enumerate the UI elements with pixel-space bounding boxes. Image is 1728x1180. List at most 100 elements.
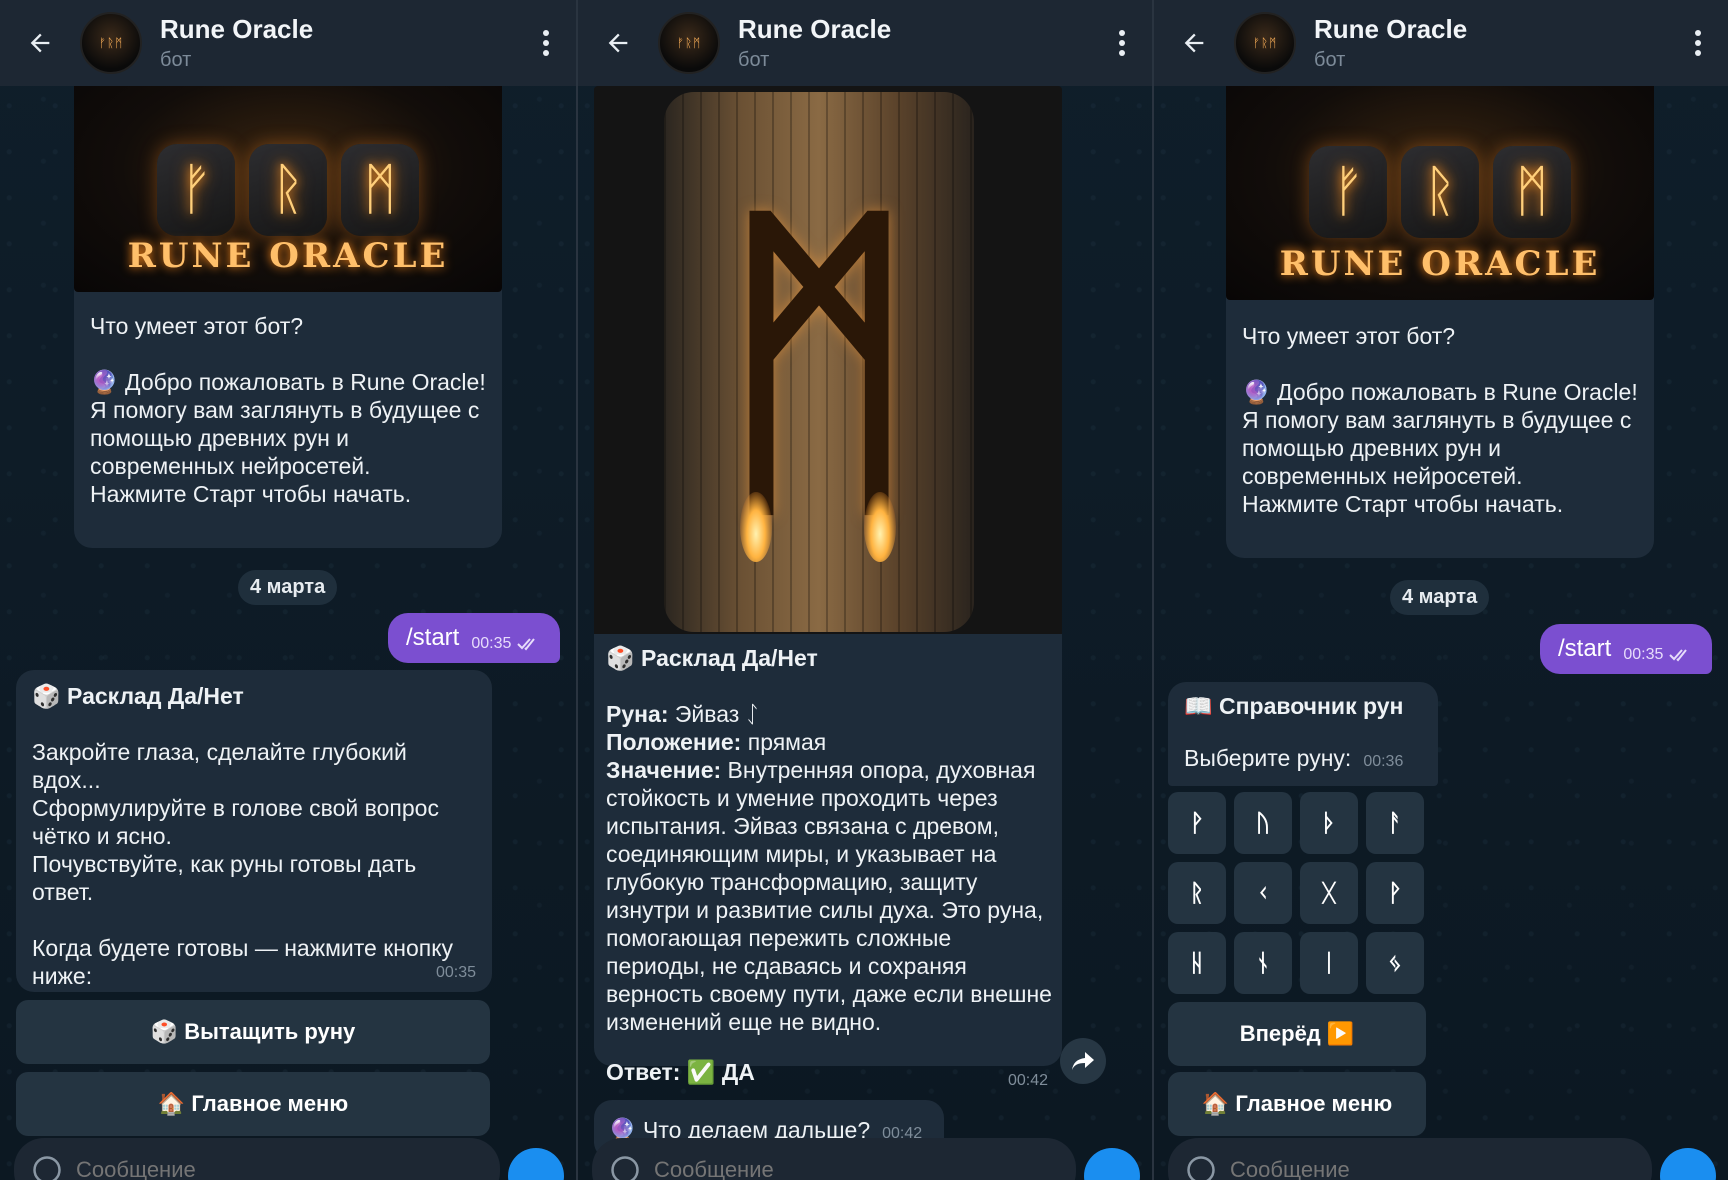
rune-button[interactable]: ᚹ (1168, 792, 1226, 854)
back-button[interactable] (578, 29, 658, 57)
emoji-icon[interactable] (32, 1155, 62, 1180)
double-check-icon (517, 638, 536, 651)
mic-button[interactable] (1084, 1148, 1140, 1180)
forward-page-button[interactable]: Вперёд ▶️ (1168, 1002, 1426, 1066)
outgoing-message-text: /start (406, 624, 460, 651)
rune-button[interactable]: ᚲ (1234, 862, 1292, 924)
chat-title: Rune Oracle (1314, 14, 1468, 44)
mic-button[interactable] (508, 1148, 564, 1180)
intro-heading: Что умеет этот бот? (90, 313, 304, 339)
more-vertical-icon (1695, 30, 1701, 56)
chat-title-block[interactable]: Rune Oracle бот (160, 14, 516, 72)
banner-title: RUNE ORACLE (1279, 244, 1601, 284)
rune-stone: ᚠ (157, 143, 235, 236)
flame-glow (740, 492, 772, 562)
message-input-bar (592, 1138, 1076, 1180)
double-check-icon (1669, 649, 1688, 662)
chat-panel-1: ᚠᚱᛗ Rune Oracle бот ᚠ ᚱ ᛗ RUNE ORACLE Чт… (0, 0, 576, 1180)
rune-button[interactable]: ᚷ (1300, 862, 1358, 924)
rune-line: Руна: Эйваз ᛇ (606, 701, 760, 727)
rune-oracle-banner: ᚠ ᚱ ᛗ RUNE ORACLE (1226, 86, 1654, 300)
avatar[interactable]: ᚠᚱᛗ (1234, 12, 1296, 74)
chat-panel-3: ᚠᚱᛗ Rune Oracle бот ᚠ ᚱ ᛗ RUNE ORACLE Чт… (1154, 0, 1728, 1180)
chat-title-block[interactable]: Rune Oracle бот (1314, 14, 1668, 72)
date-separator: 4 марта (238, 570, 338, 605)
main-menu-button[interactable]: 🏠 Главное меню (1168, 1072, 1426, 1136)
intro-body: 🔮 Добро пожаловать в Rune Oracle! Я помо… (90, 368, 486, 508)
rune-stone: ᛗ (1493, 145, 1571, 238)
intro-body-text: Добро пожаловать в Rune Oracle! Я помогу… (1242, 379, 1638, 517)
intro-body-text: Добро пожаловать в Rune Oracle! Я помогу… (90, 369, 486, 507)
answer-line: Ответ: ✅ ДА (606, 1059, 755, 1085)
avatar[interactable]: ᚠᚱᛗ (80, 12, 142, 74)
rune-button[interactable]: ᚨ (1366, 792, 1424, 854)
message-input-bar (1168, 1138, 1652, 1180)
date-separator: 4 марта (1390, 580, 1490, 615)
more-vertical-icon (543, 30, 549, 56)
main-menu-button[interactable]: 🏠 Главное меню (16, 1072, 490, 1136)
more-menu-button[interactable] (1668, 29, 1728, 57)
message-time: 00:35 (1623, 646, 1664, 663)
mic-button[interactable] (1660, 1148, 1716, 1180)
emoji-icon[interactable] (610, 1155, 640, 1180)
intro-heading: Что умеет этот бот? (1242, 323, 1456, 349)
outgoing-message: /start 00:35 (1540, 624, 1712, 674)
rune-button[interactable]: ᚺ (1168, 932, 1226, 994)
bot-intro-card: ᚠ ᚱ ᛗ RUNE ORACLE Что умеет этот бот? 🔮 … (74, 86, 502, 548)
avatar[interactable]: ᚠᚱᛗ (658, 12, 720, 74)
rune-button[interactable]: ᚹ (1366, 862, 1424, 924)
rune-stone: ᚱ (249, 143, 327, 236)
intro-body: 🔮 Добро пожаловать в Rune Oracle! Я помо… (1242, 378, 1638, 518)
share-arrow-icon (1072, 1052, 1094, 1070)
wooden-rune-tablet: ᛗ (664, 92, 974, 632)
message-input[interactable] (654, 1157, 954, 1180)
message-time: 00:42 (1007, 1072, 1048, 1089)
draw-rune-button[interactable]: 🎲 Вытащить руну (16, 1000, 490, 1064)
rune-button[interactable]: ᚢ (1234, 792, 1292, 854)
message-title: 🎲 Расклад Да/Нет (32, 683, 244, 709)
chat-subtitle: бот (738, 49, 770, 71)
chat-title-block[interactable]: Rune Oracle бот (738, 14, 1092, 72)
more-menu-button[interactable] (516, 29, 576, 57)
rune-reference-message: 📖 Справочник рун Выберите руну: 00:36 (1168, 682, 1438, 786)
chat-subtitle: бот (160, 49, 192, 71)
chat-subtitle: бот (1314, 49, 1346, 71)
rune-stone: ᚱ (1401, 145, 1479, 238)
rune-button[interactable]: ᚦ (1300, 792, 1358, 854)
rune-glyph: ᛗ (720, 170, 918, 554)
message-input[interactable] (1230, 1157, 1530, 1180)
bot-message-yes-no: 🎲 Расклад Да/Нет Закройте глаза, сделайт… (16, 670, 492, 992)
chat-header: ᚠᚱᛗ Rune Oracle бот (0, 0, 576, 86)
flame-glow (864, 492, 896, 562)
more-vertical-icon (1119, 30, 1125, 56)
rune-stone: ᛗ (341, 143, 419, 236)
select-prompt: Выберите руну: (1184, 745, 1352, 771)
message-input[interactable] (76, 1157, 376, 1180)
bot-intro-card: ᚠ ᚱ ᛗ RUNE ORACLE Что умеет этот бот? 🔮 … (1226, 86, 1654, 558)
chat-header: ᚠᚱᛗ Rune Oracle бот (1154, 0, 1728, 86)
message-input-bar (14, 1138, 500, 1180)
chat-title: Rune Oracle (738, 14, 892, 44)
outgoing-message-text: /start (1558, 635, 1612, 662)
rune-button[interactable]: ᚾ (1234, 932, 1292, 994)
arrow-left-icon (30, 33, 50, 53)
bot-rune-result: ᛗ 🎲 Расклад Да/Нет Руна: Эйваз ᛇ Положен… (594, 86, 1062, 1089)
rune-button[interactable]: ᚱ (1168, 862, 1226, 924)
forward-button[interactable] (1060, 1038, 1106, 1084)
banner-title: RUNE ORACLE (127, 236, 449, 276)
rune-oracle-banner: ᚠ ᚱ ᛗ RUNE ORACLE (74, 86, 502, 292)
arrow-left-icon (608, 33, 628, 53)
back-button[interactable] (1154, 29, 1234, 57)
rune-button[interactable]: ᛃ (1366, 932, 1424, 994)
position-line: Положение: прямая (606, 729, 827, 755)
chat-title: Rune Oracle (160, 14, 314, 44)
emoji-icon[interactable] (1186, 1155, 1216, 1180)
more-menu-button[interactable] (1092, 29, 1152, 57)
message-body: Закройте глаза, сделайте глубокий вдох..… (32, 739, 454, 989)
rune-button[interactable]: ᛁ (1300, 932, 1358, 994)
chat-panel-2: ᚠᚱᛗ Rune Oracle бот ᛗ 🎲 Расклад Да/Нет Р… (578, 0, 1152, 1180)
back-button[interactable] (0, 29, 80, 57)
rune-image: ᛗ (594, 86, 1062, 634)
arrow-left-icon (1184, 33, 1204, 53)
message-title: 📖 Справочник рун (1184, 693, 1404, 719)
